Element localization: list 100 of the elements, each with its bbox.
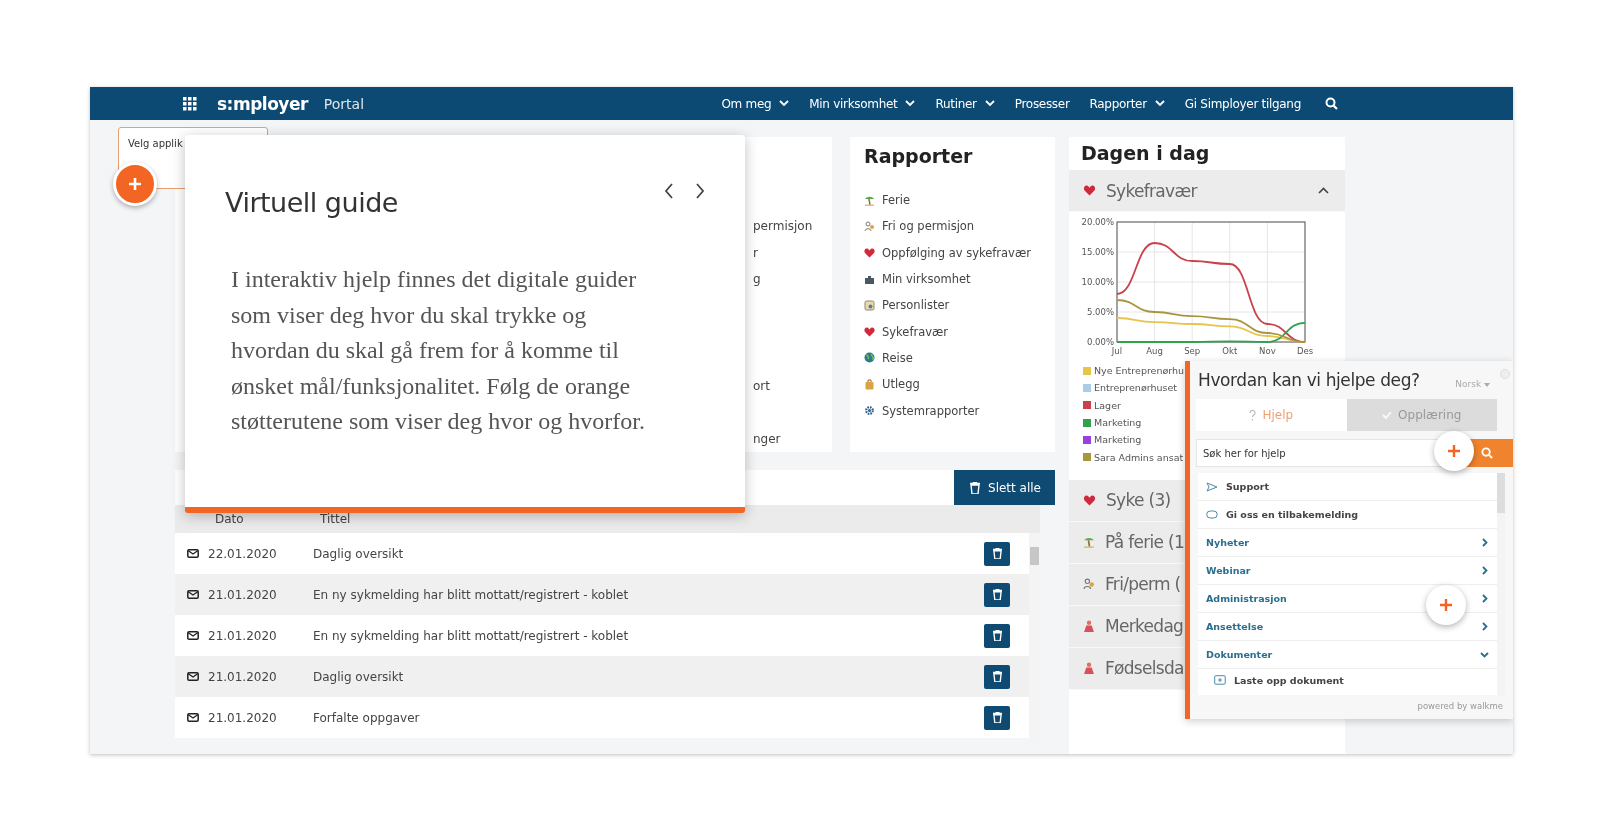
plus-icon	[1447, 444, 1461, 458]
help-link[interactable]: Support	[1198, 473, 1497, 501]
delete-button[interactable]	[984, 582, 1010, 607]
help-category[interactable]: Webinar	[1198, 557, 1497, 585]
scrollbar[interactable]	[1497, 473, 1505, 695]
logo[interactable]: s:mployer	[217, 93, 308, 114]
x-tick-label: Aug	[1146, 346, 1163, 356]
palm-tree-icon	[864, 194, 875, 206]
person-icon	[1083, 662, 1095, 675]
y-tick-label: 20.00%	[1081, 217, 1114, 227]
y-tick-label: 5.00%	[1087, 307, 1114, 317]
search-icon	[1481, 447, 1493, 459]
x-tick-label: Des	[1296, 346, 1314, 356]
legend-label: Entreprenørhuset	[1094, 382, 1177, 394]
report-link[interactable]: Personlister	[882, 298, 950, 313]
list-item-text[interactable]: g	[753, 266, 832, 293]
x-tick-label: Sep	[1184, 346, 1201, 356]
date-cell-text: 21.01.2020	[208, 710, 278, 725]
card-title: Rapporter	[864, 144, 974, 169]
table-row[interactable]: 22.01.2020 Daglig oversikt	[175, 533, 1029, 574]
report-link[interactable]: Utlegg	[882, 377, 920, 392]
trash-icon	[970, 481, 981, 494]
y-tick-label: 15.00%	[1081, 247, 1114, 257]
nav-menu-item[interactable]: Rutiner	[935, 96, 995, 111]
nav-menu-item[interactable]: Gi Simployer tilgang	[1184, 96, 1301, 111]
title-cell-text: En ny sykmelding har blitt mottatt/registrert - koblet	[313, 587, 630, 602]
question-icon	[1249, 409, 1257, 421]
upload-icon	[1214, 675, 1226, 685]
title-cell-text: Daglig oversikt	[313, 669, 405, 684]
help-category[interactable]: Dokumenter	[1198, 641, 1497, 669]
legend-label: Nye Entreprenørhu	[1094, 365, 1185, 377]
list-item-text[interactable]: r	[753, 239, 832, 266]
table-row[interactable]: 21.01.2020 En ny sykmelding har blitt mottatt/registrert - koblet	[175, 574, 1029, 615]
title-cell-text: Daglig oversikt	[313, 546, 405, 561]
delete-button[interactable]	[984, 623, 1010, 648]
next-icon[interactable]	[695, 183, 705, 199]
help-link[interactable]: Laste opp dokument	[1198, 669, 1497, 691]
report-link[interactable]: Sykefravær	[882, 324, 949, 339]
help-link[interactable]: Gi oss en tilbakemelding	[1198, 501, 1497, 529]
accordion-header[interactable]: Sykefravær	[1069, 170, 1345, 212]
building-icon	[864, 274, 875, 285]
tooltip-text: Velg applik	[128, 138, 183, 149]
caret-icon	[1484, 383, 1490, 387]
guide-title: Virtuell guide	[225, 187, 398, 218]
nav-menu-item[interactable]: Rapporter	[1089, 96, 1165, 111]
trash-icon	[992, 630, 1002, 641]
envelope-icon	[187, 590, 199, 599]
people-icon	[1083, 578, 1095, 591]
people-icon	[864, 220, 875, 232]
report-link[interactable]: Ferie	[882, 193, 911, 208]
palm-tree-icon	[1083, 536, 1095, 549]
guide-text: I interaktiv hjelp finnes det digitale guider som viser deg hvor du skal trykke og hvordan du skal gå frem for å komme til ønsket mål/funksjonalitet. Følg de orange støtterutene som viser deg hvor og hvorfor.	[231, 265, 646, 436]
heart-icon	[1083, 494, 1096, 506]
table-row[interactable]: 21.01.2020 Forfalte oppgaver	[175, 697, 1029, 738]
heart-icon	[1083, 185, 1096, 196]
portal-label: Portal	[323, 95, 365, 112]
delete-button[interactable]	[984, 541, 1010, 566]
delete-all-button[interactable]: Slett alle	[954, 470, 1055, 505]
app-grid-icon[interactable]	[183, 96, 197, 111]
envelope-icon	[187, 549, 199, 558]
trash-icon	[992, 589, 1002, 600]
legend-label: Marketing	[1094, 417, 1142, 429]
trash-icon	[992, 671, 1002, 682]
list-item-text[interactable]: permisjon	[753, 213, 832, 240]
check-icon	[1382, 411, 1393, 419]
report-link[interactable]: Min virksomhet	[882, 272, 971, 287]
legend-label: Marketing	[1094, 434, 1142, 446]
delete-button[interactable]	[984, 664, 1010, 689]
delete-button[interactable]	[984, 705, 1010, 730]
heart-icon	[864, 247, 875, 258]
report-link[interactable]: Fri og permisjon	[882, 219, 975, 234]
report-link[interactable]: Oppfølging av sykefravær	[882, 245, 1031, 260]
person-icon	[1083, 620, 1095, 633]
x-tick-label: Jul	[1111, 346, 1123, 356]
help-title: Hvordan kan vi hjelpe deg?	[1198, 370, 1420, 390]
table-row[interactable]: 21.01.2020 En ny sykmelding har blitt mottatt/registrert - koblet	[175, 615, 1029, 656]
nav-menu-item[interactable]: Prosesser	[1014, 96, 1070, 111]
nav-menu-item[interactable]: Min virksomhet	[809, 96, 916, 111]
list-item-text[interactable]: ort	[753, 372, 832, 399]
help-category[interactable]: Nyheter	[1198, 529, 1497, 557]
date-cell-text: 21.01.2020	[208, 669, 278, 684]
search-icon[interactable]	[1325, 97, 1338, 110]
legend-label: Lager	[1094, 399, 1121, 411]
report-link[interactable]: Systemrapporter	[882, 403, 980, 418]
previous-icon[interactable]	[664, 183, 674, 199]
nav-menu-item[interactable]: Om meg	[721, 96, 790, 111]
report-link[interactable]: Reise	[882, 350, 913, 365]
legend-label: Sara Admins ansat	[1094, 451, 1184, 463]
y-tick-label: 10.00%	[1081, 277, 1114, 287]
trash-icon	[992, 712, 1002, 723]
list-item-text[interactable]: nger	[753, 426, 832, 453]
title-cell-text: En ny sykmelding har blitt mottatt/registrert - koblet	[313, 628, 630, 643]
card-title: Dagen i dag	[1081, 141, 1211, 164]
send-icon	[1206, 481, 1218, 492]
globe-icon	[864, 352, 875, 364]
column-header: Dato	[215, 512, 245, 526]
table-row[interactable]: 21.01.2020 Daglig oversikt	[175, 656, 1029, 697]
envelope-icon	[187, 672, 199, 681]
add-button[interactable]	[113, 162, 157, 206]
y-tick-label: 0.00%	[1087, 337, 1114, 347]
